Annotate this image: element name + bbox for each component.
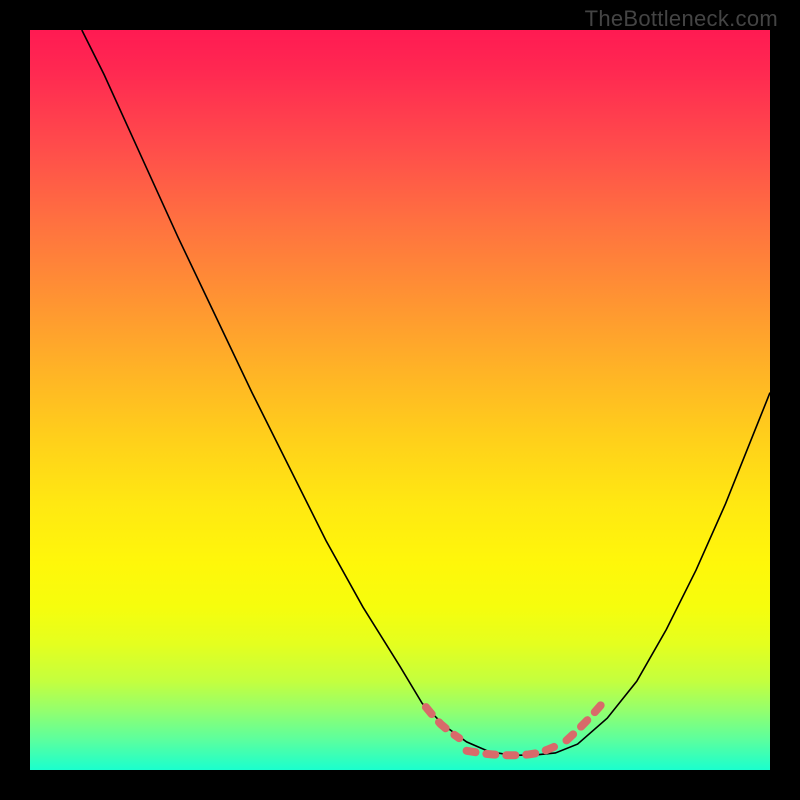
chart-root: TheBottleneck.com [0,0,800,800]
highlight-right [567,701,605,740]
curve-svg [30,30,770,770]
plot-area [30,30,770,770]
highlight-left [426,707,459,738]
highlight-dashes [426,701,604,755]
main-curve [82,30,770,755]
watermark-label: TheBottleneck.com [585,6,778,32]
